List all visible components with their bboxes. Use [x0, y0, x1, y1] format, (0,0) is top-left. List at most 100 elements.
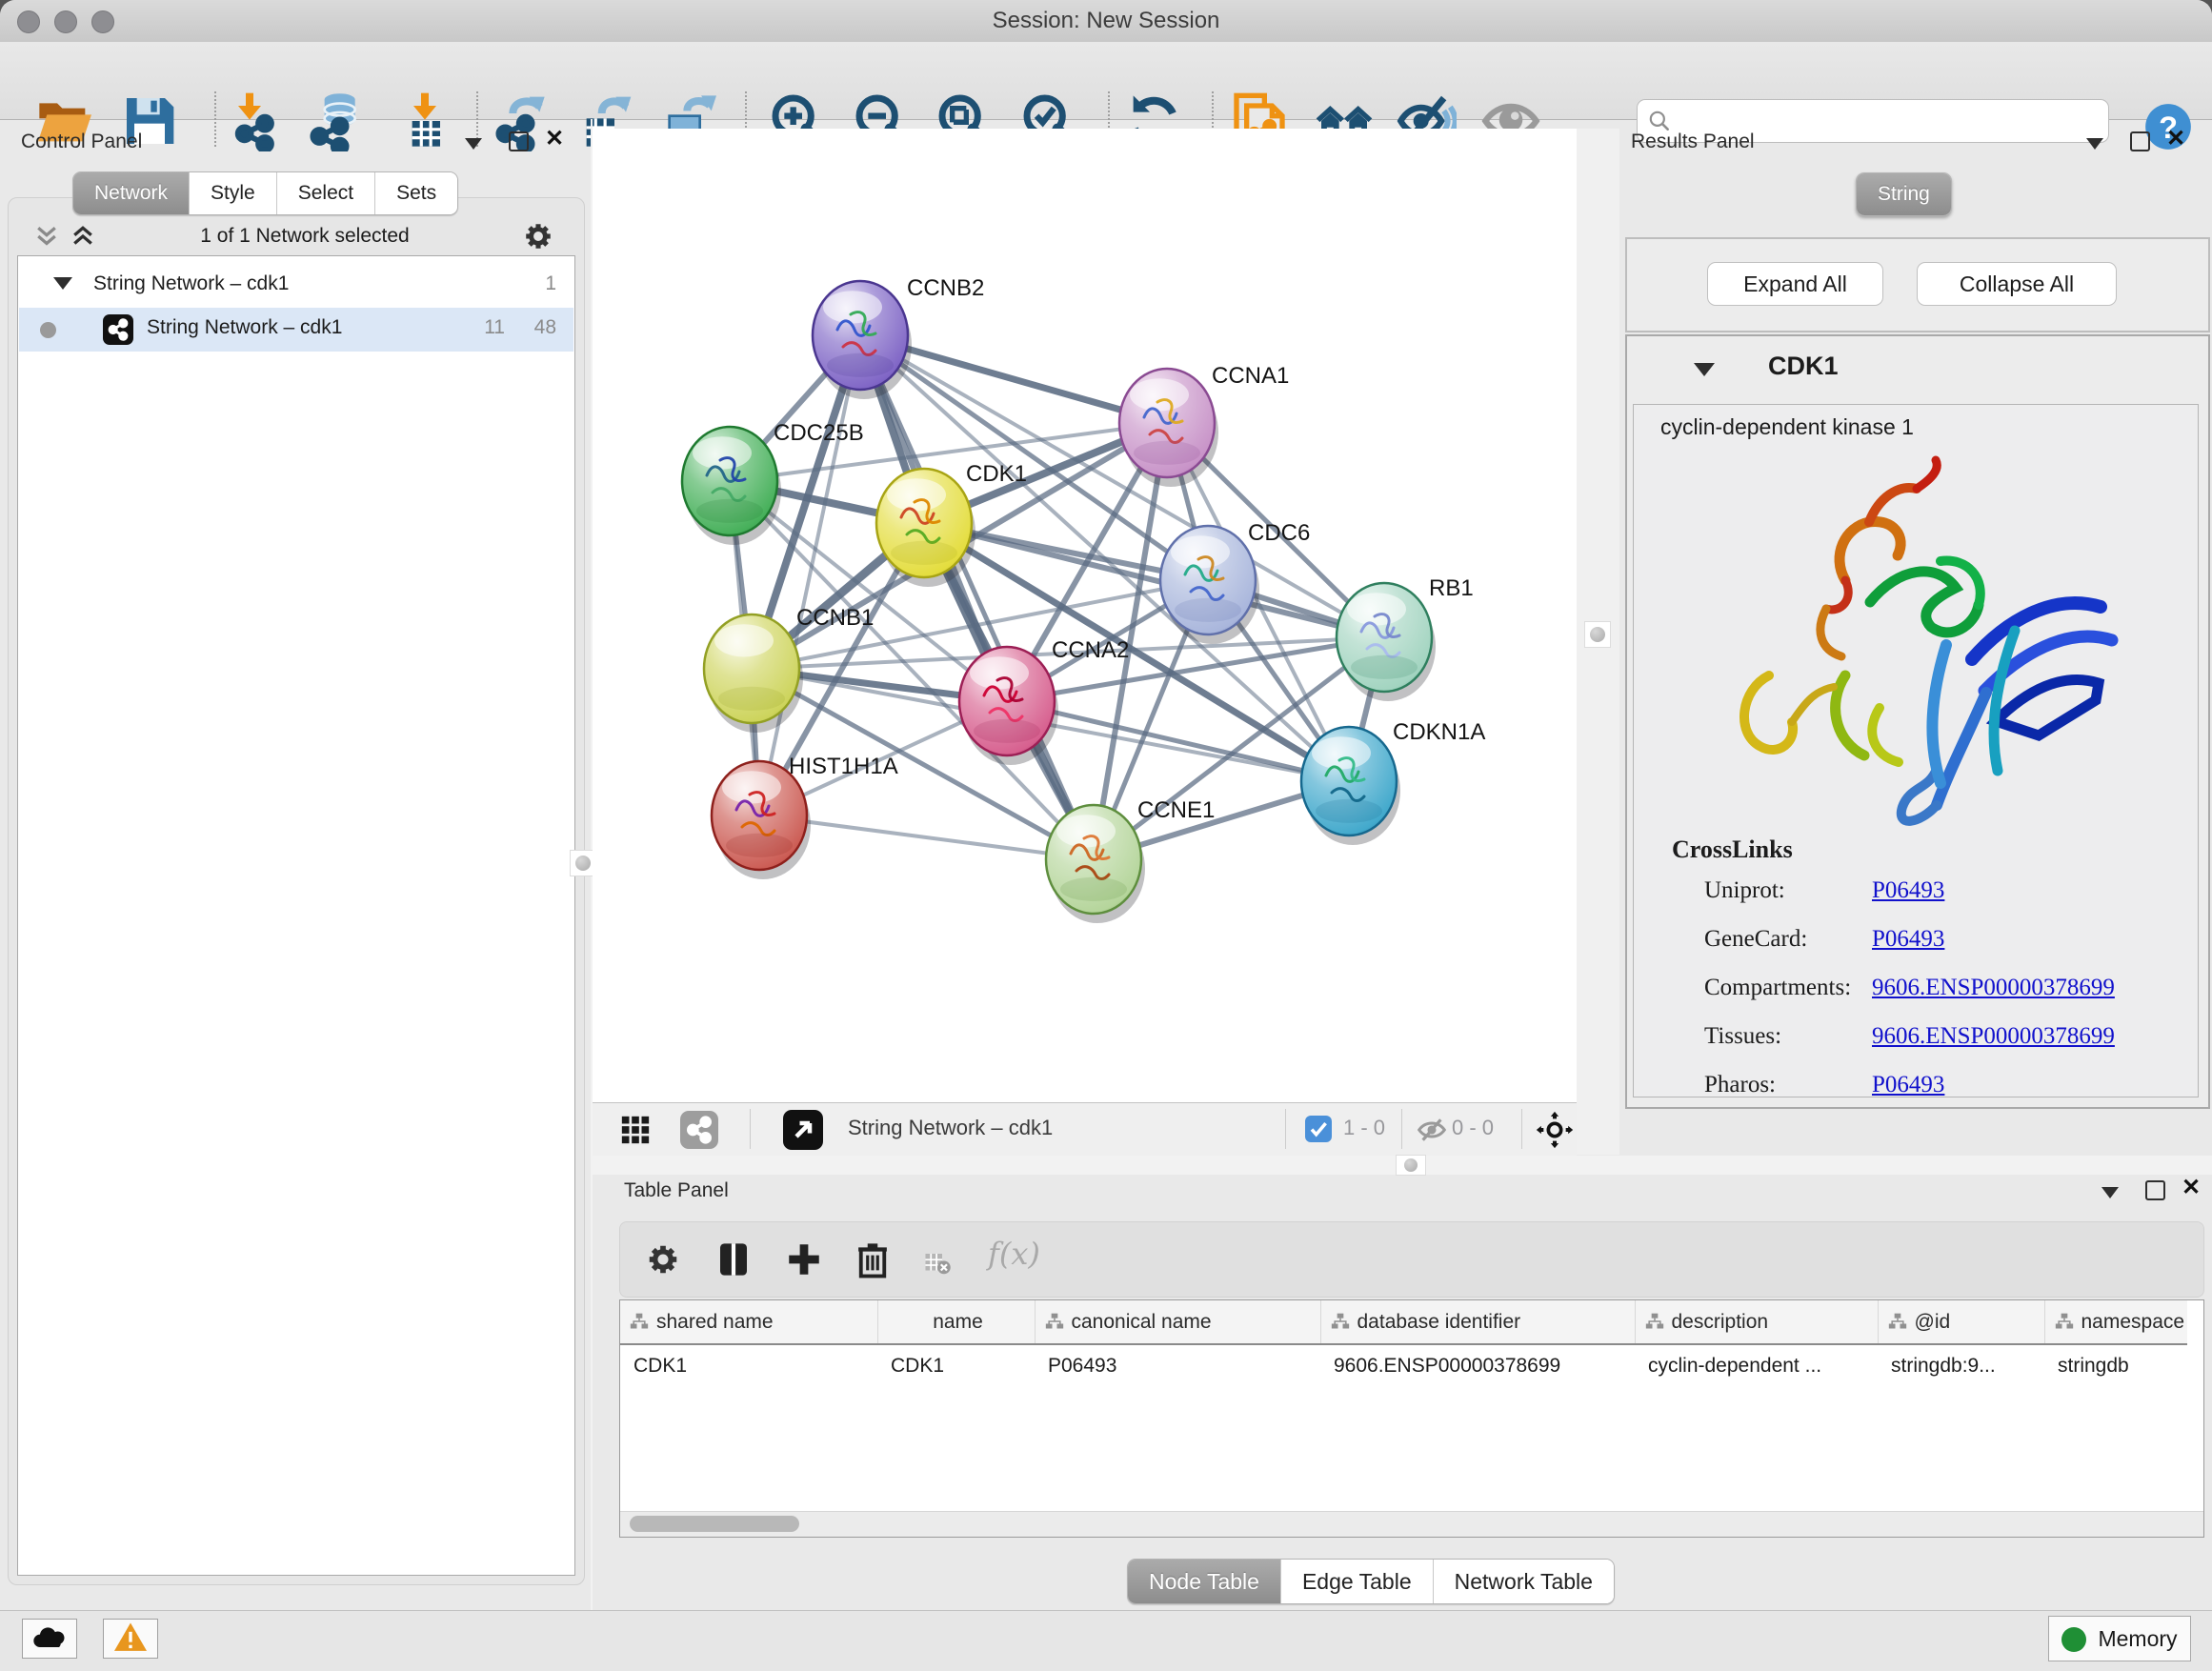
import-database-button[interactable]: [305, 90, 370, 154]
column-header[interactable]: description: [1635, 1300, 1878, 1344]
collapse-all-button[interactable]: Collapse All: [1917, 262, 2117, 306]
collapse-all-networks-icon[interactable]: [32, 222, 61, 251]
hidden-items-eye-icon: [1416, 1115, 1448, 1145]
collection-count: 1: [545, 272, 556, 295]
results-panel-float-button[interactable]: [2130, 131, 2150, 151]
tab-network-table[interactable]: Network Table: [1434, 1560, 1614, 1603]
import-database-icon: [307, 91, 368, 151]
network-node-CCNB1[interactable]: CCNB1: [704, 605, 874, 733]
network-tree: String Network – cdk1 1 String Network –…: [17, 255, 575, 1576]
results-panel-collapse-button[interactable]: [2086, 138, 2103, 150]
node-label-CDKN1A: CDKN1A: [1393, 719, 1485, 745]
network-options-gear-icon[interactable]: [522, 220, 554, 252]
selected-count-label: 1 - 0: [1343, 1116, 1385, 1140]
results-panel-close-button[interactable]: ✕: [2166, 130, 2185, 149]
node-count: 11: [484, 316, 505, 339]
string-results-header: Expand All Collapse All: [1625, 237, 2210, 332]
network-share-icon[interactable]: [680, 1111, 718, 1149]
table-panel-collapse-button[interactable]: [2101, 1187, 2119, 1198]
control-panel-close-button[interactable]: ✕: [545, 130, 564, 149]
network-node-CCNB2[interactable]: CCNB2: [813, 275, 984, 399]
column-header[interactable]: @id: [1878, 1300, 2044, 1344]
network-node-RB1[interactable]: RB1: [1337, 575, 1474, 701]
network-edge[interactable]: [759, 335, 860, 815]
column-header[interactable]: name: [877, 1300, 1035, 1344]
network-edge[interactable]: [860, 335, 1094, 859]
main-toolbar: ?: [0, 42, 2212, 120]
cell-description[interactable]: cyclin-dependent ...: [1635, 1344, 1878, 1387]
table-panel-close-button[interactable]: ✕: [2182, 1178, 2201, 1198]
column-header[interactable]: canonical name: [1035, 1300, 1320, 1344]
cell-canonical-name[interactable]: P06493: [1035, 1344, 1320, 1387]
cell-shared-name[interactable]: CDK1: [620, 1344, 877, 1387]
column-header[interactable]: database identifier: [1320, 1300, 1635, 1344]
genecard-link[interactable]: P06493: [1872, 926, 1944, 953]
right-splitter-handle[interactable]: [1584, 621, 1611, 648]
node-table-grid: shared name name canonical name database…: [620, 1300, 2187, 1387]
network-tree-child-row[interactable]: String Network – cdk1 11 48: [19, 308, 573, 352]
control-panel-collapse-button[interactable]: [465, 138, 482, 150]
warnings-button[interactable]: [103, 1619, 158, 1659]
column-header[interactable]: shared name: [620, 1300, 877, 1344]
network-node-CCNA1[interactable]: CCNA1: [1119, 363, 1289, 487]
cell-namespace[interactable]: stringdb: [2044, 1344, 2187, 1387]
network-tree-root-row[interactable]: String Network – cdk1 1: [19, 264, 573, 308]
table-options-gear-icon[interactable]: [645, 1241, 681, 1278]
network-node-CCNA2[interactable]: CCNA2: [959, 637, 1129, 765]
delete-column-trash-icon[interactable]: [853, 1239, 893, 1279]
memory-button[interactable]: Memory: [2048, 1616, 2191, 1661]
compartments-link[interactable]: 9606.ENSP00000378699: [1872, 975, 2115, 1001]
fit-content-crosshair-icon[interactable]: [1536, 1111, 1574, 1149]
pharos-link[interactable]: P06493: [1872, 1072, 1944, 1098]
control-panel-tabs: Network Style Select Sets: [72, 171, 458, 215]
cloud-status-button[interactable]: [22, 1619, 77, 1659]
import-network-button[interactable]: [225, 90, 290, 154]
cell-id[interactable]: stringdb:9...: [1878, 1344, 2044, 1387]
import-table-icon: [394, 91, 455, 151]
network-node-CDKN1A[interactable]: CDKN1A: [1301, 719, 1485, 845]
gene-collapse-triangle-icon[interactable]: [1694, 363, 1715, 376]
uniprot-link[interactable]: P06493: [1872, 877, 1944, 904]
table-splitter-handle[interactable]: [1396, 1155, 1426, 1176]
tab-network[interactable]: Network: [73, 172, 190, 214]
gene-details: cyclin-dependent kinase 1 CrossLinks Uni…: [1633, 404, 2199, 1097]
tab-node-table[interactable]: Node Table: [1128, 1560, 1281, 1603]
table-horizontal-scrollbar[interactable]: [620, 1511, 2203, 1537]
network-view-toolbar: String Network – cdk1 1 - 0 0 - 0: [593, 1102, 1577, 1157]
cell-database-identifier[interactable]: 9606.ENSP00000378699: [1320, 1344, 1635, 1387]
tab-edge-table[interactable]: Edge Table: [1281, 1560, 1434, 1603]
crosslinks-title: CrossLinks: [1672, 836, 1793, 864]
network-node-CCNE1[interactable]: CCNE1: [1046, 797, 1215, 923]
crosslink-label: Pharos:: [1704, 1072, 1776, 1098]
column-header[interactable]: namespace: [2044, 1300, 2187, 1344]
table-panel-title: Table Panel: [624, 1179, 729, 1202]
open-in-window-icon[interactable]: [783, 1110, 823, 1150]
cell-name[interactable]: CDK1: [877, 1344, 1035, 1387]
tab-string[interactable]: String: [1857, 173, 1951, 215]
function-builder-icon: f(x): [988, 1236, 1040, 1272]
tab-style[interactable]: Style: [190, 172, 277, 214]
gene-symbol: CDK1: [1768, 352, 1839, 381]
scrollbar-thumb[interactable]: [630, 1516, 799, 1532]
expand-all-networks-icon[interactable]: [69, 222, 97, 251]
show-columns-icon[interactable]: [714, 1239, 754, 1279]
import-table-button[interactable]: [392, 90, 457, 154]
table-panel-float-button[interactable]: [2145, 1180, 2165, 1200]
selected-nodes-checkbox[interactable]: [1305, 1116, 1332, 1142]
tree-expand-triangle-icon[interactable]: [53, 277, 72, 290]
add-column-icon[interactable]: [784, 1239, 824, 1279]
table-row[interactable]: CDK1 CDK1 P06493 9606.ENSP00000378699 cy…: [620, 1344, 2187, 1387]
network-node-HIST1H1A[interactable]: HIST1H1A: [712, 754, 898, 879]
node-label-CCNB2: CCNB2: [907, 275, 984, 301]
results-panel-tabs: String: [1856, 172, 1952, 216]
tab-select[interactable]: Select: [277, 172, 375, 214]
birdseye-grid-icon[interactable]: [619, 1114, 652, 1146]
node-label-CCNE1: CCNE1: [1137, 797, 1215, 823]
tab-sets[interactable]: Sets: [375, 172, 457, 214]
tissues-link[interactable]: 9606.ENSP00000378699: [1872, 1023, 2115, 1050]
node-label-CCNA2: CCNA2: [1052, 637, 1129, 663]
string-network-icon: [103, 314, 133, 345]
control-panel-float-button[interactable]: [509, 131, 529, 151]
network-canvas[interactable]: CCNB2CCNA1CDC25BCDK1CDC6RB1CCNB1CCNA2CDK…: [593, 129, 1577, 1102]
expand-all-button[interactable]: Expand All: [1707, 262, 1883, 306]
